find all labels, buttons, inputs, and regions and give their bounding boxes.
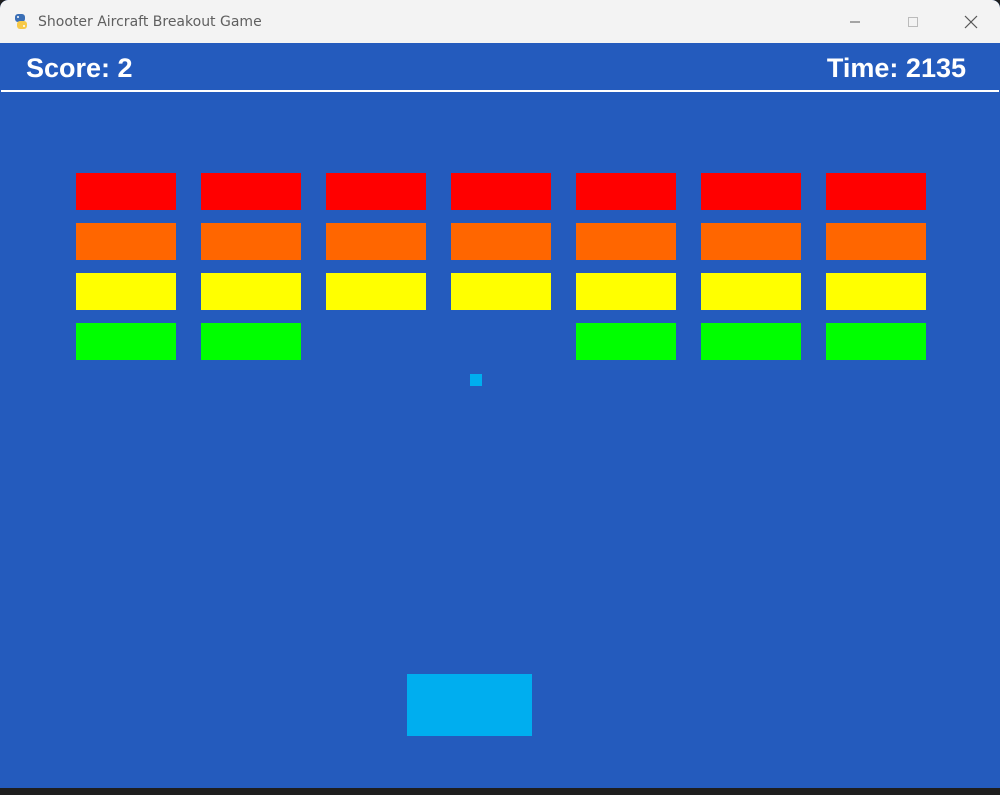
brick: [576, 323, 676, 360]
close-button[interactable]: [942, 0, 1000, 43]
title-bar[interactable]: Shooter Aircraft Breakout Game: [0, 0, 1000, 43]
brick: [826, 173, 926, 210]
brick: [201, 323, 301, 360]
brick: [701, 173, 801, 210]
brick: [76, 323, 176, 360]
taskbar-strip: [0, 788, 1000, 795]
maximize-button[interactable]: [884, 0, 942, 43]
brick: [576, 223, 676, 260]
close-icon: [964, 15, 978, 28]
brick: [76, 223, 176, 260]
minimize-button[interactable]: [826, 0, 884, 43]
brick: [451, 223, 551, 260]
score-display: Score: 2: [26, 53, 133, 83]
window-title: Shooter Aircraft Breakout Game: [38, 13, 262, 30]
brick: [826, 223, 926, 260]
game-canvas[interactable]: Score: 2 Time: 2135: [1, 43, 999, 795]
brick: [201, 273, 301, 310]
brick: [201, 223, 301, 260]
brick: [326, 223, 426, 260]
python-snake-icon: [12, 13, 30, 31]
brick: [701, 223, 801, 260]
time-display: Time: 2135: [826, 53, 966, 83]
ball: [470, 374, 482, 386]
brick: [826, 323, 926, 360]
brick: [326, 273, 426, 310]
window-controls: [826, 0, 1000, 43]
brick: [451, 273, 551, 310]
brick: [451, 173, 551, 210]
brick: [201, 173, 301, 210]
brick: [701, 273, 801, 310]
brick: [576, 173, 676, 210]
brick: [76, 273, 176, 310]
brick: [326, 173, 426, 210]
minimize-icon: [850, 21, 860, 22]
brick: [76, 173, 176, 210]
brick: [826, 273, 926, 310]
maximize-icon: [908, 16, 918, 27]
brick: [576, 273, 676, 310]
hud-divider: [1, 90, 999, 92]
game-window: Shooter Aircraft Breakout Game Score: 2 …: [0, 0, 1000, 795]
hud: Score: 2 Time: 2135: [1, 43, 999, 92]
brick: [701, 323, 801, 360]
paddle[interactable]: [407, 674, 532, 736]
